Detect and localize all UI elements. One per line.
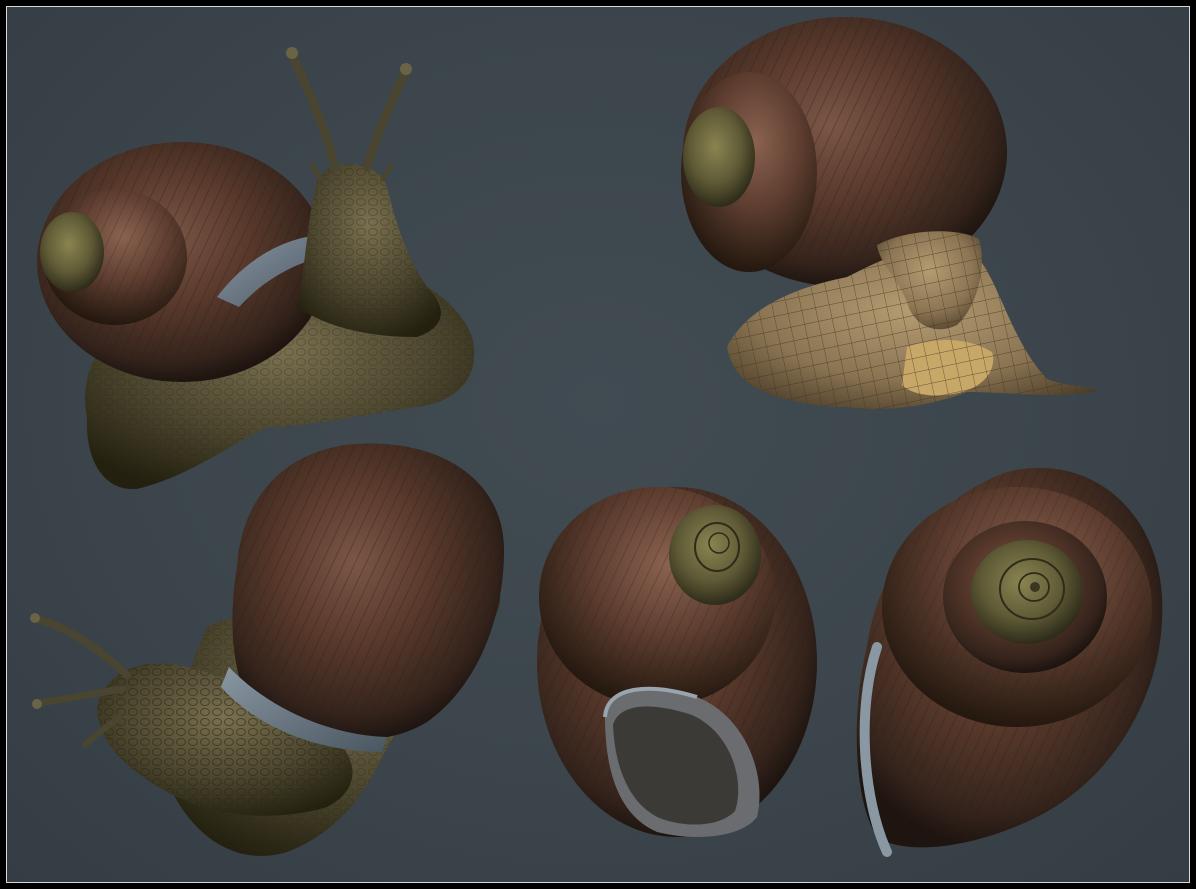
snail-renders [30,17,1163,857]
snail-shell-aperture-view [537,487,817,837]
snail-render-front-view [37,47,475,490]
snail-render-side-view [30,443,505,856]
render-canvas [6,6,1190,883]
snail-shell-spiral-view [856,467,1163,857]
image-frame [0,0,1196,889]
snail-render-wireframe-back-view [681,17,1097,409]
